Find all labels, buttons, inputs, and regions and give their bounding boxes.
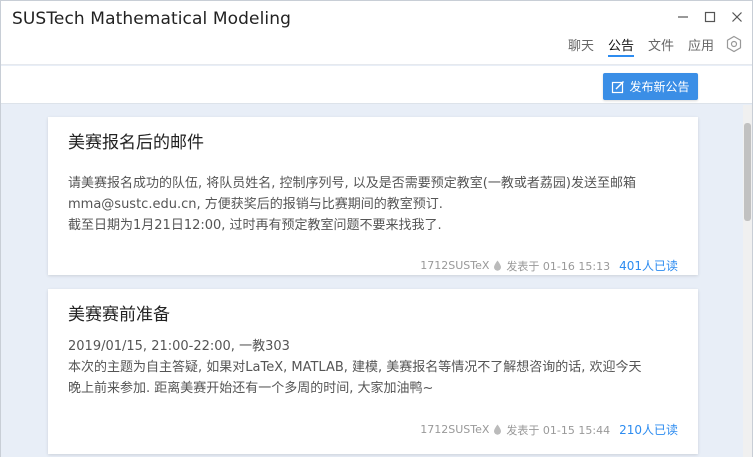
maximize-icon [704,11,716,23]
announcement-title: 美赛报名后的邮件 [68,133,204,153]
maximize-button[interactable] [703,10,717,24]
nav-tabs: 聊天 公告 文件 应用 [568,35,714,57]
toolbar: 发布新公告 [1,66,752,104]
edit-icon [612,80,625,93]
announcement-meta: 1712SUSTeX 发表于 01-16 15:13 401人已读 [420,257,678,274]
window-controls [676,10,744,24]
announcement-line: 请美赛报名成功的队伍, 将队员姓名, 控制序列号, 以及是否需要预定教室(一教或… [68,176,636,191]
announcement-card[interactable]: 美赛报名后的邮件 请美赛报名成功的队伍, 将队员姓名, 控制序列号, 以及是否需… [48,117,698,275]
tab-files[interactable]: 文件 [648,35,674,57]
author: 1712SUSTeX [420,259,490,272]
author: 1712SUSTeX [420,423,490,436]
posted-time: 发表于 01-16 15:13 [506,259,611,273]
app-title: SUSTech Mathematical Modeling [12,9,291,29]
tab-chat[interactable]: 聊天 [568,35,594,57]
minimize-icon [678,16,688,18]
publish-announcement-button[interactable]: 发布新公告 [603,73,698,100]
minimize-button[interactable] [676,10,690,24]
publish-label: 发布新公告 [629,80,690,94]
announcement-title: 美赛赛前准备 [68,305,170,325]
scrollbar-thumb[interactable] [744,123,751,221]
announcement-card[interactable]: 美赛赛前准备 2019/01/15, 21:00-22:00, 一教303 本次… [48,289,698,454]
announcement-line: mma@sustc.edu.cn, 方便获奖后的报销与比赛期间的教室预订. [68,197,443,212]
scrollbar[interactable] [743,105,752,457]
posted-time: 发表于 01-15 15:44 [506,423,611,437]
tab-announcements[interactable]: 公告 [607,35,634,57]
close-icon [732,12,742,22]
drop-icon [494,260,502,271]
app-window: SUSTech Mathematical Modeling 聊天 公告 文件 应… [0,0,753,457]
announcement-line: 截至日期为1月21日12:00, 过时再有预定教室问题不要来找我了. [68,218,442,233]
title-bar: SUSTech Mathematical Modeling 聊天 公告 文件 应… [1,1,752,65]
announcement-line: 2019/01/15, 21:00-22:00, 一教303 [68,339,290,354]
read-count[interactable]: 210人已读 [619,421,678,438]
settings-hexagon-icon[interactable] [725,35,743,53]
drop-icon [494,424,502,435]
announcement-list: 美赛报名后的邮件 请美赛报名成功的队伍, 将队员姓名, 控制序列号, 以及是否需… [1,105,752,457]
announcement-line: 本次的主题为自主答疑, 如果对LaTeX, MATLAB, 建模, 美赛报名等情… [68,360,642,375]
announcement-meta: 1712SUSTeX 发表于 01-15 15:44 210人已读 [420,421,678,438]
announcement-line: 晚上前来参加. 距离美赛开始还有一个多周的时间, 大家加油鸭~ [68,381,434,396]
tab-apps[interactable]: 应用 [688,35,714,57]
close-button[interactable] [730,10,744,24]
read-count[interactable]: 401人已读 [619,257,678,274]
